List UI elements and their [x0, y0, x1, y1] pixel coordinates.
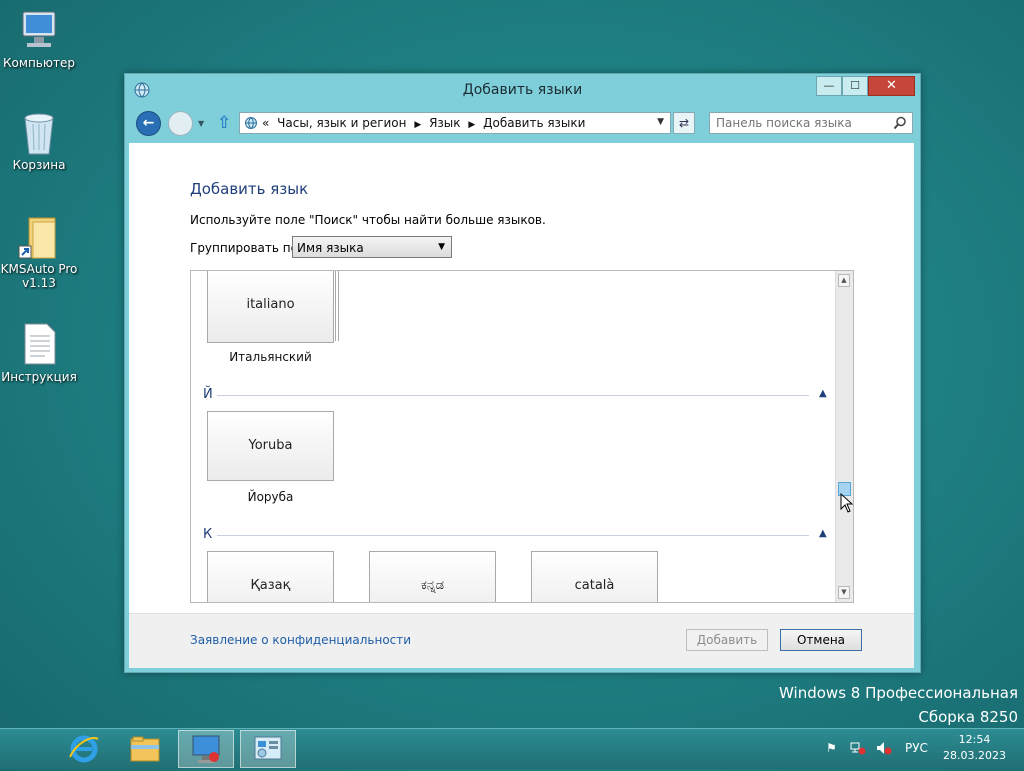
add-languages-window: Добавить языки — ☐ ✕ ← ▼ ⇧ « Часы, язык … — [124, 73, 921, 673]
clock-time: 12:54 — [958, 733, 991, 746]
control-panel-icon — [244, 116, 258, 130]
group-by-select[interactable]: Имя языка ▼ — [292, 236, 452, 258]
scroll-down-button[interactable]: ▼ — [838, 586, 850, 599]
language-tile-yoruba[interactable]: Yoruba — [207, 411, 334, 481]
cancel-button[interactable]: Отмена — [780, 629, 862, 651]
desktop-icon-computer[interactable]: Компьютер — [0, 8, 78, 70]
breadcrumb-overflow[interactable]: « — [262, 116, 269, 130]
navigation-bar: ← ▼ ⇧ « Часы, язык и регион ▶ Язык ▶ Доб… — [125, 110, 920, 138]
computer-icon — [17, 8, 61, 52]
desktop-icon-kmsauto[interactable]: KMSAuto Pro v1.13 — [0, 214, 78, 290]
title-bar[interactable]: Добавить языки — ☐ ✕ — [125, 74, 920, 106]
breadcrumb-add-languages[interactable]: Добавить языки — [483, 116, 585, 130]
watermark-edition: Windows 8 Профессиональная — [779, 684, 1018, 702]
desktop-icon-label: Корзина — [12, 158, 66, 172]
add-button[interactable]: Добавить — [686, 629, 768, 651]
monitor-icon — [192, 735, 220, 763]
taskbar-remote-desktop[interactable] — [178, 730, 234, 768]
taskbar-internet-explorer[interactable] — [56, 730, 112, 768]
tile-stack-edge — [336, 271, 339, 341]
language-tile-italiano[interactable]: italiano — [207, 271, 334, 343]
taskbar: ⚑ РУС 12:54 28.03.2023 — [0, 728, 1024, 769]
clock-date: 28.03.2023 — [943, 749, 1006, 762]
chevron-down-icon: ▼ — [438, 242, 445, 252]
language-tile-catalan[interactable]: català — [531, 551, 658, 602]
refresh-button[interactable]: ⇄ — [673, 112, 695, 134]
forward-button[interactable] — [168, 111, 193, 136]
minimize-button[interactable]: — — [816, 76, 842, 96]
breadcrumb-separator-icon[interactable]: ▶ — [468, 120, 475, 130]
page-title: Добавить язык — [190, 180, 309, 198]
content-panel: Добавить язык Используйте поле "Поиск" ч… — [129, 143, 914, 668]
privacy-statement-link[interactable]: Заявление о конфиденциальности — [190, 633, 411, 647]
page-description: Используйте поле "Поиск" чтобы найти бол… — [190, 213, 546, 227]
collapse-group-icon[interactable]: ▲ — [819, 528, 827, 539]
dialog-footer: Заявление о конфиденциальности Добавить … — [129, 613, 914, 668]
group-by-label: Группировать по: — [190, 241, 303, 255]
group-divider — [217, 535, 809, 536]
breadcrumb-clock-language-region[interactable]: Часы, язык и регион — [277, 116, 406, 130]
refresh-icon: ⇄ — [678, 116, 690, 130]
search-box — [709, 112, 913, 134]
desktop-icon-label: KMSAuto Pro v1.13 — [0, 262, 78, 290]
language-tile-kannada[interactable]: ಕನ್ನಡ — [369, 551, 496, 602]
network-disconnected-icon[interactable] — [850, 741, 866, 758]
text-document-icon — [17, 322, 61, 366]
internet-explorer-icon — [69, 735, 99, 763]
input-language-indicator[interactable]: РУС — [905, 741, 928, 755]
scroll-up-button[interactable]: ▲ — [838, 274, 850, 287]
address-dropdown-icon[interactable]: ▼ — [657, 117, 664, 127]
folder-icon — [130, 736, 160, 762]
up-arrow-icon[interactable]: ⇧ — [217, 113, 231, 133]
window-title: Добавить языки — [462, 82, 583, 98]
group-header-letter: Й — [203, 387, 213, 402]
collapse-group-icon[interactable]: ▲ — [819, 388, 827, 399]
search-input[interactable] — [714, 115, 888, 131]
system-clock[interactable]: 12:54 28.03.2023 — [943, 732, 1006, 764]
windows-watermark: Windows 8 Профессиональная Сборка 8250 — [779, 684, 1018, 726]
language-tile-caption: Итальянский — [229, 350, 312, 364]
back-button[interactable]: ← — [136, 111, 161, 136]
watermark-build: Сборка 8250 — [918, 708, 1018, 726]
maximize-button[interactable]: ☐ — [842, 76, 868, 96]
action-center-flag-icon[interactable]: ⚑ — [826, 741, 837, 755]
desktop-icon-label: Компьютер — [3, 56, 75, 70]
language-tile-name: italiano — [246, 297, 295, 312]
group-by-value: Имя языка — [297, 241, 364, 255]
language-tile-name: ಕನ್ನಡ — [420, 578, 445, 593]
breadcrumb-separator-icon[interactable]: ▶ — [414, 120, 421, 130]
volume-muted-icon[interactable] — [876, 741, 892, 758]
language-tile-name: català — [574, 578, 615, 593]
address-bar[interactable]: « Часы, язык и регион ▶ Язык ▶ Добавить … — [239, 112, 671, 134]
language-list: italiano Итальянский Й ▲ Yoruba Йоруба К… — [190, 270, 854, 603]
desktop-icon-recycle-bin[interactable]: Корзина — [0, 110, 78, 172]
group-header-letter: К — [203, 527, 213, 542]
language-tile-kazakh[interactable]: Қазақ — [207, 551, 334, 602]
close-button[interactable]: ✕ — [868, 76, 915, 96]
mouse-cursor-icon — [840, 492, 853, 516]
taskbar-file-explorer[interactable] — [117, 730, 173, 768]
breadcrumb-language[interactable]: Язык — [429, 116, 460, 130]
search-icon[interactable] — [893, 116, 907, 130]
folder-icon — [17, 214, 61, 259]
desktop-icon-instructions[interactable]: Инструкция — [0, 322, 78, 384]
desktop-icon-label: Инструкция — [1, 370, 77, 384]
language-tile-caption: Йоруба — [247, 490, 294, 504]
vertical-scrollbar[interactable]: ▲ ▼ — [835, 271, 853, 602]
language-tile-name: Қазақ — [250, 578, 291, 593]
taskbar-control-panel[interactable] — [240, 730, 296, 768]
group-divider — [217, 395, 809, 396]
recycle-bin-icon — [17, 110, 61, 155]
arrow-left-icon: ← — [142, 115, 155, 131]
recent-pages-dropdown-icon[interactable]: ▼ — [198, 119, 204, 128]
control-panel-icon — [254, 736, 282, 760]
language-tile-name: Yoruba — [248, 438, 293, 453]
